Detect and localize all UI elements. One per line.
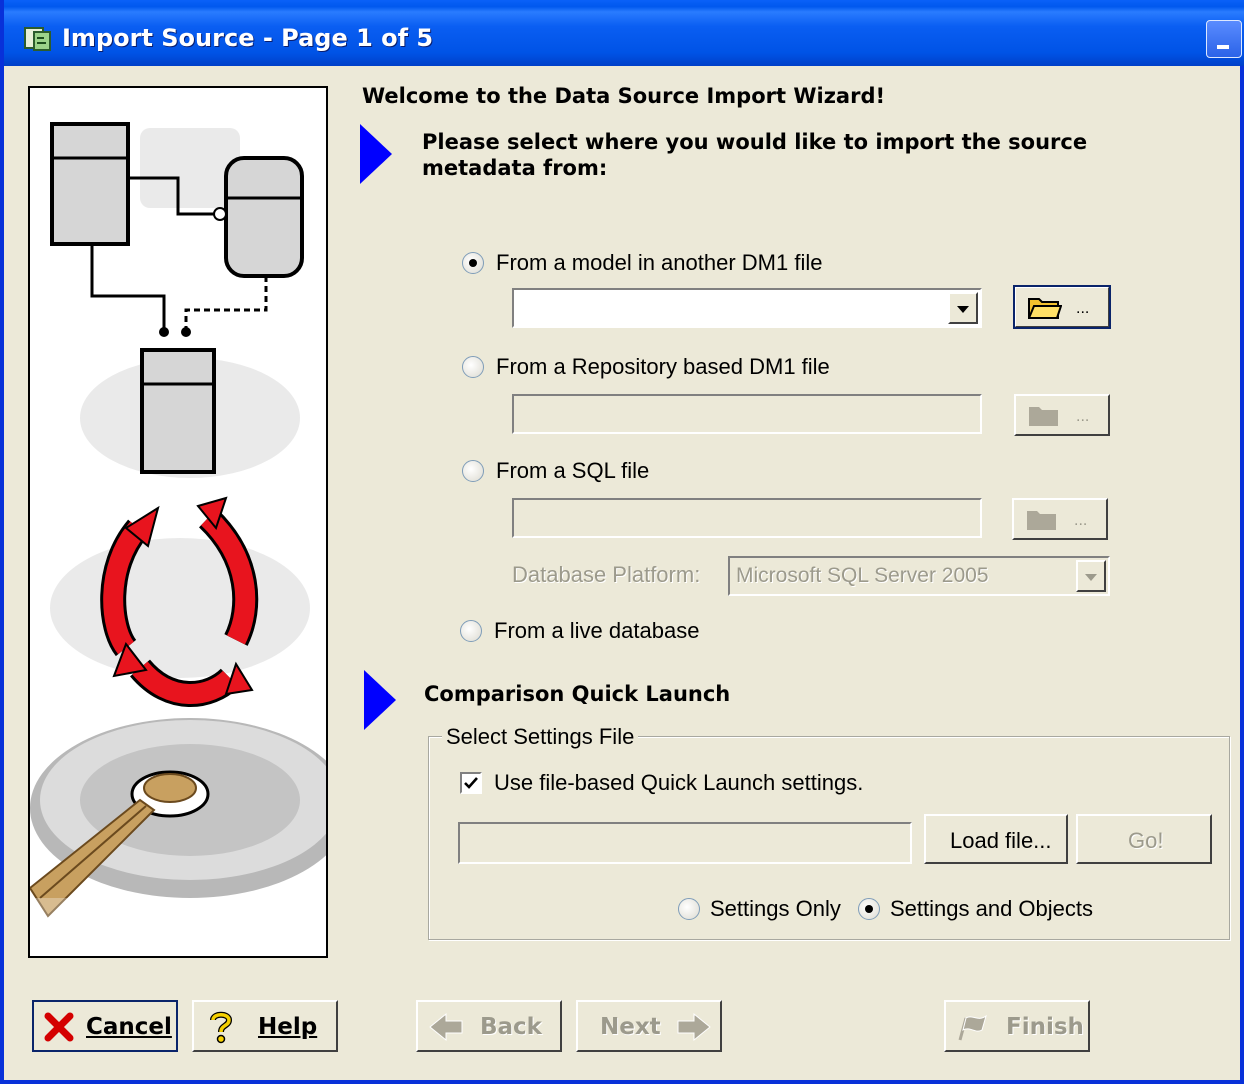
minimize-button[interactable] [1206,20,1242,58]
finish-button[interactable]: Finish [944,1000,1090,1052]
chevron-down-icon [957,306,969,313]
section-marker-icon [360,124,392,184]
question-icon [210,1011,233,1044]
illustration-graphic [30,122,326,956]
model-file-combobox[interactable] [512,288,982,328]
model-file-label[interactable]: From a model in another DM1 file [496,250,822,276]
close-icon [44,1012,74,1042]
browse-sql-file-button[interactable]: ... [1012,498,1108,540]
settings-and-objects-label[interactable]: Settings and Objects [890,896,1093,922]
database-platform-label: Database Platform: [512,562,701,587]
help-button[interactable]: Help [192,1000,338,1052]
radio-settings-and-objects[interactable] [858,898,880,920]
platform-dropdown-button[interactable] [1076,560,1106,592]
window-title: Import Source - Page 1 of 5 [62,24,434,52]
title-bar[interactable]: Import Source - Page 1 of 5 [4,0,1244,66]
repository-file-input[interactable] [512,394,982,434]
cancel-button[interactable]: Cancel [32,1000,178,1052]
browse-model-file-button[interactable]: ... [1013,285,1111,329]
go-button[interactable]: Go! [1076,814,1212,864]
app-icon [24,27,51,51]
arrow-left-icon [429,1012,463,1042]
next-button[interactable]: Next [576,1000,722,1052]
welcome-heading: Welcome to the Data Source Import Wizard… [362,84,886,108]
sql-file-input[interactable] [512,498,982,538]
minimize-icon [1217,45,1229,49]
radio-repository-file[interactable] [462,356,484,378]
browse-repository-file-button[interactable]: ... [1014,394,1110,436]
flag-icon [958,1014,987,1041]
instruction-line-2: metadata from: [422,156,608,180]
radio-live-database[interactable] [460,620,482,642]
settings-file-input[interactable] [458,822,912,864]
settings-only-label[interactable]: Settings Only [710,896,841,922]
radio-settings-only[interactable] [678,898,700,920]
radio-sql-file[interactable] [462,460,484,482]
use-file-label[interactable]: Use file-based Quick Launch settings. [494,770,863,796]
wizard-illustration [28,86,328,958]
folder-icon [1029,407,1058,426]
use-file-checkbox[interactable] [460,772,482,794]
database-platform-select[interactable]: Microsoft SQL Server 2005 [728,556,1110,596]
back-button[interactable]: Back [416,1000,562,1052]
arrow-right-icon [677,1012,711,1042]
sql-file-label[interactable]: From a SQL file [496,458,649,484]
folder-icon [1028,298,1062,319]
quick-launch-heading: Comparison Quick Launch [424,682,731,706]
radio-model-file[interactable] [462,252,484,274]
import-source-dialog: Import Source - Page 1 of 5 Welcome to t… [0,0,1244,1084]
instruction-line-1: Please select where you would like to im… [422,130,1088,154]
checkmark-icon [464,777,478,789]
section-marker-icon [364,670,396,730]
repository-file-label[interactable]: From a Repository based DM1 file [496,354,830,380]
chevron-down-icon [1085,574,1097,581]
model-file-dropdown-button[interactable] [948,292,978,324]
live-database-label[interactable]: From a live database [494,618,699,644]
folder-icon [1027,511,1056,530]
settings-file-group-title: Select Settings File [442,724,639,750]
load-file-button[interactable]: Load file... [924,814,1068,864]
